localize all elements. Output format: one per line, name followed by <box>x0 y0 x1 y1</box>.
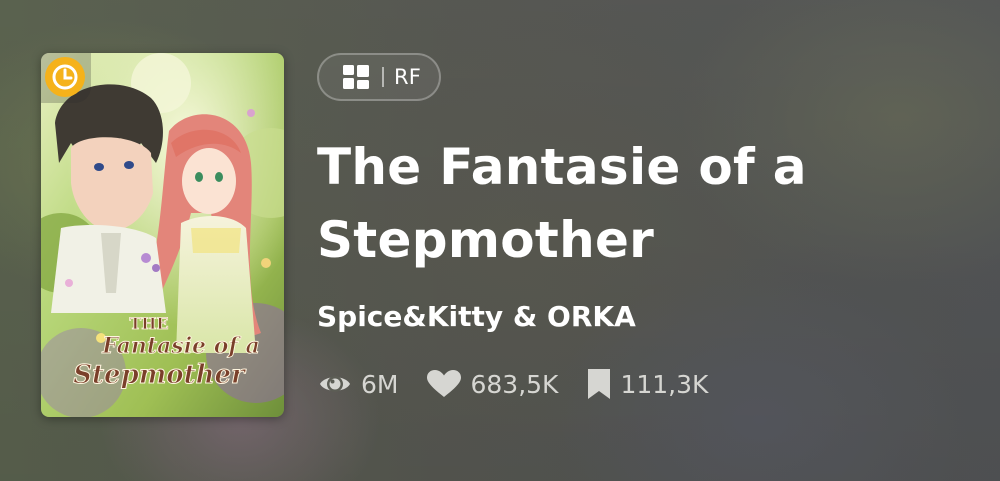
heart-icon <box>427 370 462 397</box>
likes-stat: 683,5K <box>426 369 558 399</box>
type-chip[interactable]: RF <box>317 53 441 101</box>
cover-title-line3: Stepmother <box>73 360 247 390</box>
cover-title-line2: Fantasie of a <box>101 333 260 359</box>
views-count: 6M <box>361 369 399 399</box>
chip-divider <box>382 67 384 87</box>
stats-row: 6M 683,5K 111,3K <box>317 368 736 400</box>
bookmark-icon <box>588 369 611 399</box>
clock-icon <box>41 53 91 103</box>
page-title: The Fantasie of a Stepmother <box>317 138 807 269</box>
eye-icon <box>320 376 350 392</box>
cover-artwork: THE Fantasie of a Stepmother <box>41 53 284 417</box>
bookmarks-stat: 111,3K <box>586 368 708 400</box>
cover-image[interactable]: THE Fantasie of a Stepmother <box>41 53 284 417</box>
bookmarks-count: 111,3K <box>620 369 709 399</box>
grid-layout-icon <box>343 65 369 89</box>
likes-count: 683,5K <box>470 369 559 399</box>
cover-title-line1: THE <box>129 314 168 333</box>
title-detail-header: THE Fantasie of a Stepmother RF The Fant… <box>0 0 1000 481</box>
views-stat: 6M <box>317 369 398 399</box>
authors-link[interactable]: Spice&Kitty & ORKA <box>317 300 636 333</box>
type-label: RF <box>394 65 422 89</box>
